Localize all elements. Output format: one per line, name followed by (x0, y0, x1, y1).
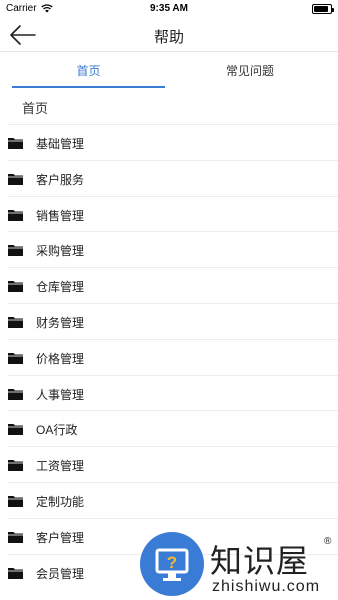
logo-registered-mark: ® (324, 536, 332, 547)
folder-icon (8, 388, 23, 400)
folder-icon (8, 245, 23, 257)
folder-icon (8, 138, 23, 149)
list-item[interactable]: 价格管理 (8, 338, 338, 375)
nav-bar: 帮助 (0, 18, 338, 52)
tab-home[interactable]: 首页 (12, 54, 165, 90)
list-item-label: 采购管理 (36, 244, 85, 259)
list-item-label: 客户服务 (36, 172, 85, 187)
folder-icon (8, 281, 23, 293)
list-item-label: 客户管理 (36, 530, 85, 545)
watermark-logo: ? 知识屋 ® zhishiwu.com (136, 532, 338, 600)
folder-icon (8, 424, 23, 436)
list-item-label: 价格管理 (36, 351, 85, 366)
svg-text:?: ? (167, 553, 177, 572)
list-item[interactable]: 人事管理 (8, 374, 338, 411)
list-item[interactable]: 采购管理 (8, 231, 338, 267)
status-bar: Carrier 9:35 AM (0, 0, 338, 18)
list-item-label: 销售管理 (36, 208, 85, 223)
battery-level (314, 6, 329, 12)
list-item-label: OA行政 (36, 423, 78, 438)
page-title: 帮助 (153, 29, 184, 46)
list-item-label: 工资管理 (36, 459, 85, 474)
monitor-question-icon: ? (155, 548, 189, 581)
folder-icon (8, 495, 23, 507)
active-tab-indicator (12, 86, 165, 88)
folder-icon (8, 531, 23, 543)
folder-icon (8, 316, 23, 328)
list-item[interactable]: 仓库管理 (8, 267, 338, 303)
list-item-label: 会员管理 (36, 566, 85, 581)
breadcrumb[interactable]: 首页 (22, 98, 48, 117)
battery-icon (312, 4, 334, 14)
list-item[interactable]: 销售管理 (8, 195, 338, 232)
logo-url: zhishiwu.com (212, 578, 321, 595)
list-item[interactable]: 基础管理 (8, 124, 338, 160)
tab-faq[interactable]: 常见问题 (170, 54, 330, 90)
list-item-label: 定制功能 (36, 494, 85, 509)
logo-circle: ? (140, 532, 204, 596)
list-item[interactable]: 财务管理 (8, 302, 338, 339)
list-item-label: 基础管理 (36, 137, 85, 151)
list-item[interactable]: OA行政 (8, 410, 338, 446)
folder-icon (8, 352, 23, 364)
clock: 9:35 AM (150, 3, 188, 14)
list-item-label: 人事管理 (36, 387, 85, 402)
tab-bar: 首页 常见问题 (0, 54, 338, 90)
folder-icon (8, 460, 23, 472)
category-list: 基础管理客户服务销售管理采购管理仓库管理财务管理价格管理人事管理 OA行政工资管理… (0, 124, 338, 589)
folder-icon (8, 567, 23, 579)
list-item[interactable]: 定制功能 (8, 481, 338, 518)
list-item-label: 财务管理 (36, 315, 85, 330)
logo-name: 知识屋 (210, 542, 310, 580)
folder-icon (8, 173, 23, 185)
list-item[interactable]: 客户服务 (8, 159, 338, 196)
folder-icon (8, 209, 23, 221)
list-item[interactable]: 工资管理 (8, 446, 338, 482)
list-item-label: 仓库管理 (36, 280, 85, 295)
